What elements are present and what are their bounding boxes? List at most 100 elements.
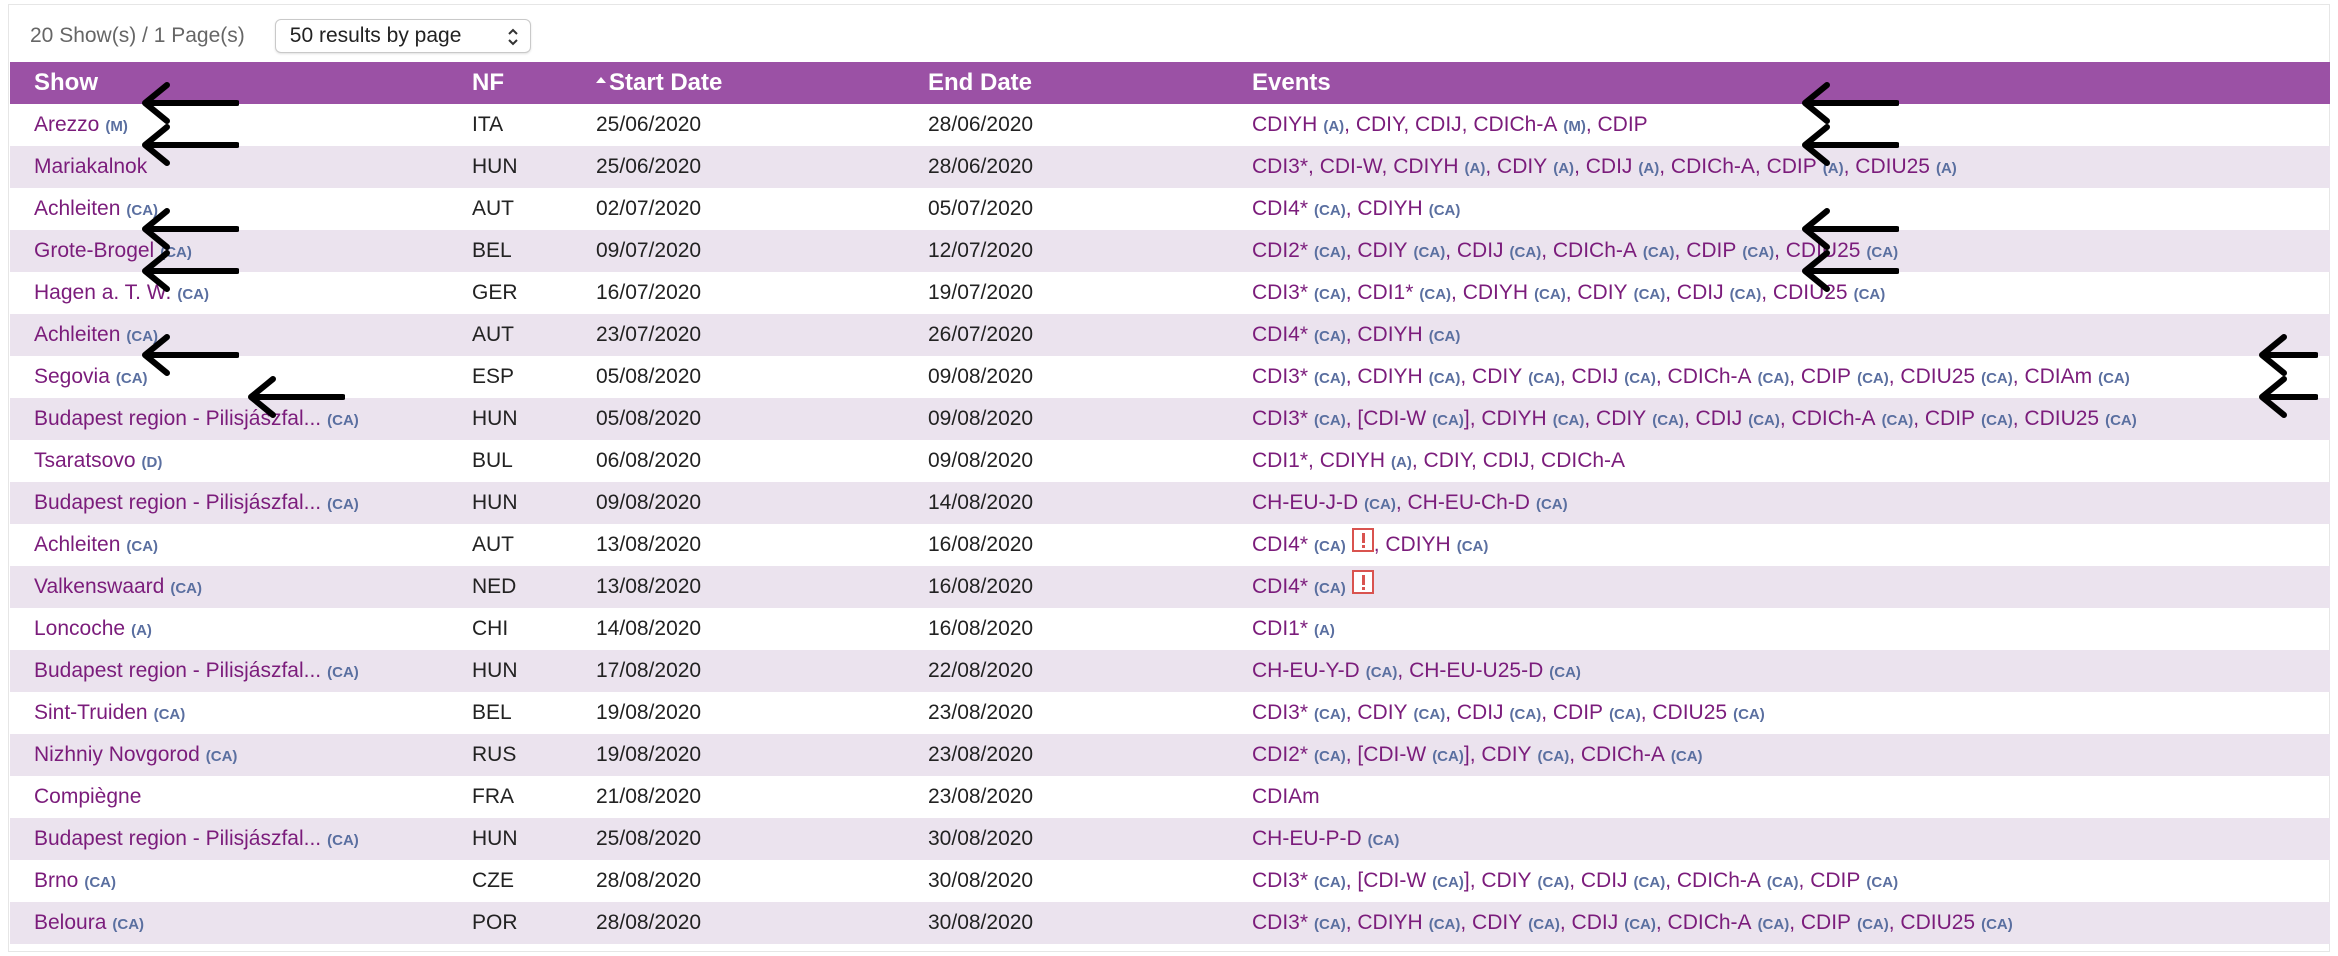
show-link[interactable]: Sint-Truiden <box>34 701 148 724</box>
event-link[interactable]: CDIU25 <box>1773 281 1848 304</box>
event-link[interactable]: CDICh-A <box>1473 113 1557 136</box>
event-link[interactable]: CDICh-A <box>1677 869 1761 892</box>
event-link[interactable]: CDIP <box>1810 869 1860 892</box>
event-link[interactable]: CDIJ <box>1696 407 1743 430</box>
results-per-page-select[interactable]: 50 results by page <box>274 19 531 53</box>
event-link[interactable]: CDIY <box>1481 743 1531 766</box>
event-link[interactable]: CDI4* <box>1252 575 1308 598</box>
event-link[interactable]: CDIAm <box>2024 365 2092 388</box>
event-link[interactable]: CDIYH <box>1252 113 1317 136</box>
event-link[interactable]: CH-EU-J-D <box>1252 491 1358 514</box>
event-link[interactable]: CDIY <box>1497 155 1547 178</box>
event-link[interactable]: CDIU25 <box>1652 701 1727 724</box>
event-link[interactable]: CDIP <box>1598 113 1648 136</box>
show-link[interactable]: Grote-Brogel <box>34 239 154 262</box>
show-link[interactable]: Budapest region - Pilisjászfal... <box>34 827 321 850</box>
event-link[interactable]: CDICh-A <box>1553 239 1637 262</box>
show-link[interactable]: Budapest region - Pilisjászfal... <box>34 491 321 514</box>
event-link[interactable]: CDIP <box>1686 239 1736 262</box>
event-link[interactable]: CDI1* <box>1252 617 1308 640</box>
show-link[interactable]: Arezzo <box>34 113 99 136</box>
event-link[interactable]: CDIJ <box>1677 281 1724 304</box>
event-link[interactable]: CDIP <box>1553 701 1603 724</box>
show-link[interactable]: Brno <box>34 869 78 892</box>
event-link[interactable]: CDIU25 <box>1900 365 1975 388</box>
show-link[interactable]: Achleiten <box>34 197 120 220</box>
event-link[interactable]: CDIP <box>1801 365 1851 388</box>
event-link[interactable]: CDIYH <box>1357 197 1422 220</box>
event-link[interactable]: CDI3* <box>1252 281 1308 304</box>
event-link[interactable]: CDIJ <box>1572 911 1619 934</box>
event-link[interactable]: CDI2* <box>1252 239 1308 262</box>
event-link[interactable]: CDIYH <box>1481 407 1546 430</box>
event-link[interactable]: CDIU25 <box>1900 911 1975 934</box>
event-link[interactable]: CDIJ <box>1483 449 1530 472</box>
event-link[interactable]: CDICh-A <box>1671 155 1755 178</box>
event-link[interactable]: CDICh-A <box>1581 743 1665 766</box>
show-link[interactable]: Mariakalnok <box>34 155 147 178</box>
show-link[interactable]: Tsaratsovo <box>34 449 136 472</box>
event-link[interactable]: CDIJ <box>1586 155 1633 178</box>
column-header-events[interactable]: Events <box>1252 62 2330 104</box>
event-link[interactable]: CDIY <box>1577 281 1627 304</box>
event-link[interactable]: CDICh-A <box>1668 911 1752 934</box>
show-link[interactable]: Loncoche <box>34 617 125 640</box>
event-link[interactable]: CDIAm <box>1252 785 1320 808</box>
event-link[interactable]: CDICh-A <box>1792 407 1876 430</box>
event-link[interactable]: CDIJ <box>1457 239 1504 262</box>
event-link[interactable]: CDIU25 <box>2024 407 2099 430</box>
event-link[interactable]: CDIY <box>1481 869 1531 892</box>
event-link[interactable]: CDI3* <box>1252 155 1308 178</box>
event-link[interactable]: CDI4* <box>1252 533 1308 556</box>
event-link[interactable]: CDI3* <box>1252 911 1308 934</box>
event-link[interactable]: CDI4* <box>1252 323 1308 346</box>
show-link[interactable]: Achleiten <box>34 533 120 556</box>
event-link[interactable]: CDIJ <box>1415 113 1462 136</box>
column-header-end-date[interactable]: End Date <box>928 62 1252 104</box>
event-link[interactable]: CDI3* <box>1252 365 1308 388</box>
event-link[interactable]: CDIU25 <box>1786 239 1861 262</box>
show-link[interactable]: Achleiten <box>34 323 120 346</box>
event-link[interactable]: CDI1* <box>1252 449 1308 472</box>
show-link[interactable]: Valkenswaard <box>34 575 164 598</box>
event-link[interactable]: CDIY <box>1357 239 1407 262</box>
warning-icon[interactable] <box>1351 528 1374 553</box>
event-link[interactable]: CDIYH <box>1463 281 1528 304</box>
event-link[interactable]: CDI2* <box>1252 743 1308 766</box>
event-link[interactable]: CDIY <box>1596 407 1646 430</box>
event-link[interactable]: CDIY <box>1356 113 1403 136</box>
show-link[interactable]: Compiègne <box>34 785 141 808</box>
show-link[interactable]: Nizhniy Novgorod <box>34 743 200 766</box>
event-link[interactable]: CDIY <box>1357 701 1407 724</box>
event-link[interactable]: CDIJ <box>1572 365 1619 388</box>
column-header-start-date[interactable]: Start Date <box>596 62 928 104</box>
show-link[interactable]: Hagen a. T. W. <box>34 281 171 304</box>
event-link[interactable]: CDI4* <box>1252 197 1308 220</box>
event-link[interactable]: CDIYH <box>1393 155 1458 178</box>
event-link[interactable]: CDIYH <box>1357 323 1422 346</box>
event-link[interactable]: CDIJ <box>1581 869 1628 892</box>
event-link[interactable]: CDIY <box>1472 911 1522 934</box>
event-link[interactable]: CDIYH <box>1320 449 1385 472</box>
event-link[interactable]: CDIP <box>1801 911 1851 934</box>
column-header-nf[interactable]: NF <box>472 62 596 104</box>
event-link[interactable]: CDI-W <box>1320 155 1382 178</box>
show-link[interactable]: Beloura <box>34 911 106 934</box>
event-link[interactable]: CDIU25 <box>1855 155 1930 178</box>
event-link[interactable]: CDI1* <box>1357 281 1413 304</box>
event-link[interactable]: [CDI-W <box>1357 407 1426 430</box>
event-link[interactable]: CDIP <box>1925 407 1975 430</box>
event-link[interactable]: CH-EU-Ch-D <box>1407 491 1530 514</box>
event-link[interactable]: [CDI-W <box>1357 743 1426 766</box>
column-header-show[interactable]: Show <box>10 62 472 104</box>
event-link[interactable]: CDI3* <box>1252 869 1308 892</box>
event-link[interactable]: CDICh-A <box>1668 365 1752 388</box>
event-link[interactable]: CDI3* <box>1252 701 1308 724</box>
show-link[interactable]: Segovia <box>34 365 110 388</box>
event-link[interactable]: CH-EU-U25-D <box>1409 659 1543 682</box>
warning-icon[interactable] <box>1351 570 1374 595</box>
event-link[interactable]: CH-EU-P-D <box>1252 827 1362 850</box>
event-link[interactable]: CDIYH <box>1357 365 1422 388</box>
event-link[interactable]: CDIYH <box>1357 911 1422 934</box>
event-link[interactable]: CDI3* <box>1252 407 1308 430</box>
